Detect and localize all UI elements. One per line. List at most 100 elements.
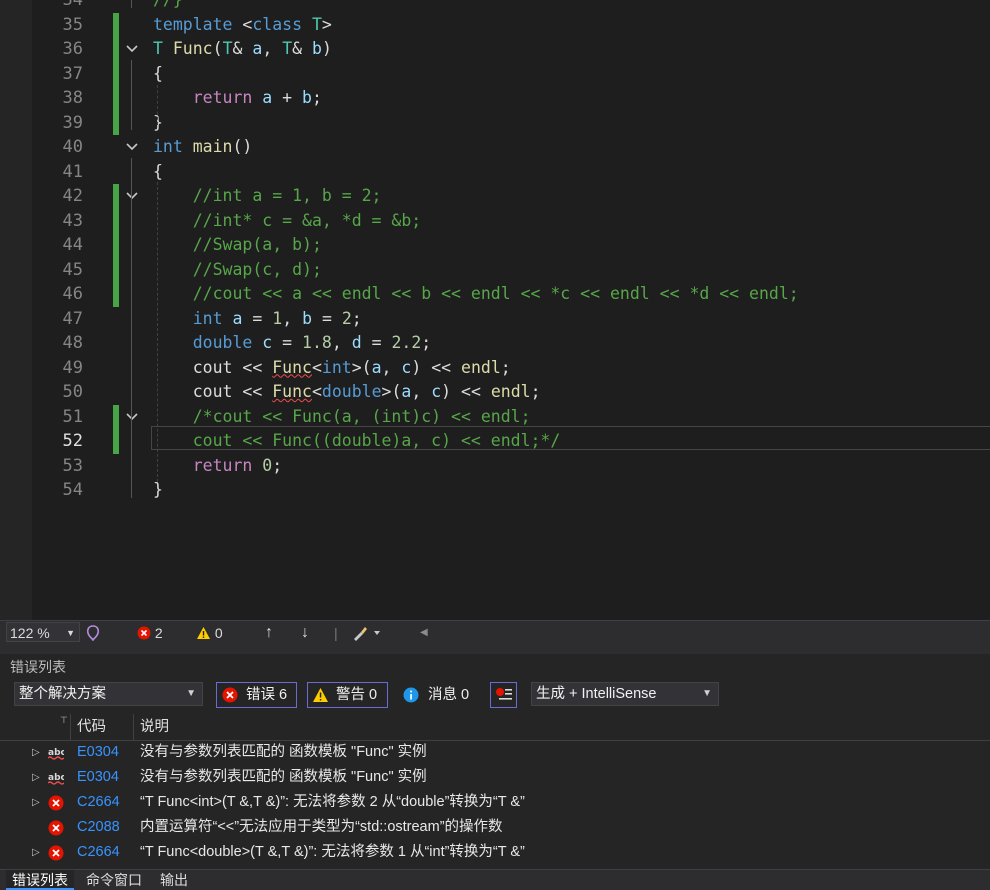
code-text[interactable]: //} <box>153 0 183 13</box>
scope-dropdown[interactable]: 整个解决方案 ▼ <box>14 682 203 706</box>
code-text[interactable]: template <class T> <box>153 13 332 38</box>
code-line[interactable]: 53 return 0; <box>0 454 990 479</box>
error-code-link[interactable]: C2664 <box>77 840 120 865</box>
splitter[interactable] <box>0 644 990 654</box>
code-text[interactable]: { <box>153 62 163 87</box>
zoom-dropdown[interactable]: 122 % ▼ <box>6 622 80 642</box>
error-count-value: 2 <box>154 625 163 641</box>
indent-guide <box>131 60 132 130</box>
code-line[interactable]: 49 cout << Func<int>(a, c) << endl; <box>0 356 990 381</box>
error-row[interactable]: ▷ C2664 “T Func<int>(T &,T &)”: 无法将参数 2 从“… <box>0 790 990 815</box>
expand-icon[interactable]: ▷ <box>32 790 40 815</box>
code-text[interactable]: //Swap(a, b); <box>153 233 322 258</box>
error-code-link[interactable]: E0304 <box>77 765 119 790</box>
code-editor[interactable]: 34 //} 35 template <class T> 36 T Func(T& a, … <box>0 0 990 620</box>
line-number: 53 <box>62 455 83 476</box>
error-code-link[interactable]: C2664 <box>77 790 120 815</box>
error-count[interactable]: 2 <box>137 621 163 645</box>
fold-chevron-icon[interactable] <box>124 188 140 204</box>
code-text[interactable]: { <box>153 160 163 185</box>
error-row[interactable]: ▷ C2664 “T Func<double>(T &,T &)”: 无法将参数 1… <box>0 840 990 865</box>
warnings-filter-button[interactable]: 警告 0 <box>307 682 388 708</box>
code-line[interactable]: 54} <box>0 478 990 503</box>
line-number: 35 <box>62 14 83 35</box>
code-line[interactable]: 35 template <class T> <box>0 12 990 38</box>
fold-chevron-icon[interactable] <box>124 41 140 57</box>
filter-column-icon[interactable]: ⊤ <box>60 715 68 726</box>
fold-chevron-icon[interactable] <box>124 409 140 425</box>
error-list-panel: 错误列表 整个解决方案 ▼ 错误 6 警告 0 消息 0 生成 + Intell… <box>0 654 990 869</box>
intellicode-icon[interactable] <box>86 621 100 645</box>
code-line[interactable]: 43 //int* c = &a, *d = &b; <box>0 208 990 234</box>
code-line[interactable]: 45 //Swap(c, d); <box>0 257 990 283</box>
error-icon <box>48 795 64 811</box>
line-number: 51 <box>62 406 83 427</box>
error-row[interactable]: ▷ abc E0304 没有与参数列表匹配的 函数模板 "Func" 实例 <box>0 765 990 790</box>
code-line[interactable]: 46 //cout << a << endl << b << endl << *… <box>0 282 990 307</box>
filter-toggle-button[interactable] <box>490 682 517 708</box>
line-number: 49 <box>62 357 83 378</box>
code-line[interactable]: 36 T Func(T& a, T& b) <box>0 37 990 62</box>
column-header-code[interactable]: 代码 <box>77 714 106 740</box>
arrow-up-icon[interactable]: ↑ <box>265 621 273 645</box>
warning-count[interactable]: 0 <box>196 621 223 645</box>
code-text[interactable]: double c = 1.8, d = 2.2; <box>153 331 431 356</box>
change-marker <box>113 257 119 282</box>
code-text[interactable]: //int a = 1, b = 2; <box>153 184 382 209</box>
expand-icon[interactable]: ▷ <box>32 740 40 765</box>
tab-command-window[interactable]: 命令窗口 <box>86 870 142 890</box>
code-line[interactable]: 47 int a = 1, b = 2; <box>0 307 990 332</box>
line-number: 54 <box>62 480 83 500</box>
code-text[interactable]: return 0; <box>153 454 282 479</box>
code-text[interactable]: //cout << a << endl << b << endl << *c <… <box>153 282 799 307</box>
code-line[interactable]: 37 { <box>0 61 990 87</box>
scroll-left-icon[interactable]: ◀ <box>420 621 428 645</box>
change-marker <box>113 282 119 307</box>
brush-icon[interactable] <box>352 621 382 645</box>
code-text[interactable]: cout << Func<double>(a, c) << endl; <box>153 380 541 405</box>
error-row[interactable]: C2088 内置运算符“<<”无法应用于类型为“std::ostream”的操作数 <box>0 815 990 840</box>
line-number: 48 <box>62 333 83 353</box>
line-number: 46 <box>62 284 83 304</box>
error-icon <box>137 626 151 640</box>
code-text[interactable]: T Func(T& a, T& b) <box>153 37 332 62</box>
code-text[interactable]: return a + b; <box>153 86 322 111</box>
error-code-link[interactable]: E0304 <box>77 740 119 765</box>
column-header-description[interactable]: 说明 <box>140 714 169 740</box>
code-line[interactable]: 40 int main() <box>0 135 990 160</box>
expand-icon[interactable]: ▷ <box>32 765 40 790</box>
error-description: “T Func<int>(T &,T &)”: 无法将参数 2 从“double… <box>140 794 525 810</box>
tab-output[interactable]: 输出 <box>160 870 188 890</box>
error-icon <box>48 845 64 861</box>
warning-icon <box>313 688 328 702</box>
error-code-link[interactable]: C2088 <box>77 815 120 840</box>
code-text[interactable]: //int* c = &a, *d = &b; <box>153 209 421 234</box>
errors-filter-label: 错误 6 <box>246 687 288 703</box>
messages-filter-button[interactable]: 消息 0 <box>398 682 480 708</box>
code-text[interactable]: int main() <box>153 135 252 160</box>
code-line[interactable]: 44 //Swap(a, b); <box>0 233 990 258</box>
separator: | <box>334 625 338 641</box>
error-icon <box>222 687 238 703</box>
arrow-down-icon[interactable]: ↓ <box>301 621 309 645</box>
messages-filter-label: 消息 0 <box>428 687 470 703</box>
errors-filter-button[interactable]: 错误 6 <box>216 682 297 708</box>
code-line[interactable]: 39} <box>0 110 990 135</box>
code-line[interactable]: 42 //int a = 1, b = 2; <box>0 184 990 209</box>
column-divider <box>133 714 134 740</box>
code-text[interactable]: int a = 1, b = 2; <box>153 307 362 332</box>
expand-icon[interactable]: ▷ <box>32 840 40 865</box>
code-text[interactable]: cout << Func<int>(a, c) << endl; <box>153 356 511 381</box>
code-line[interactable]: 41 { <box>0 160 990 185</box>
fold-chevron-icon[interactable] <box>124 139 140 155</box>
code-line[interactable]: 50 cout << Func<double>(a, c) << endl; <box>0 380 990 405</box>
code-text[interactable]: //Swap(c, d); <box>153 258 322 283</box>
tab-error-list[interactable]: 错误列表 <box>6 870 74 890</box>
code-line[interactable]: 34 //} <box>0 0 990 13</box>
source-value: 生成 + IntelliSense <box>536 686 657 702</box>
change-marker <box>113 404 119 429</box>
error-row[interactable]: ▷ abc E0304 没有与参数列表匹配的 函数模板 "Func" 实例 <box>0 740 990 765</box>
code-line[interactable]: 48 double c = 1.8, d = 2.2; <box>0 331 990 356</box>
source-dropdown[interactable]: 生成 + IntelliSense ▼ <box>531 682 719 706</box>
code-line[interactable]: 38 return a + b; <box>0 86 990 111</box>
